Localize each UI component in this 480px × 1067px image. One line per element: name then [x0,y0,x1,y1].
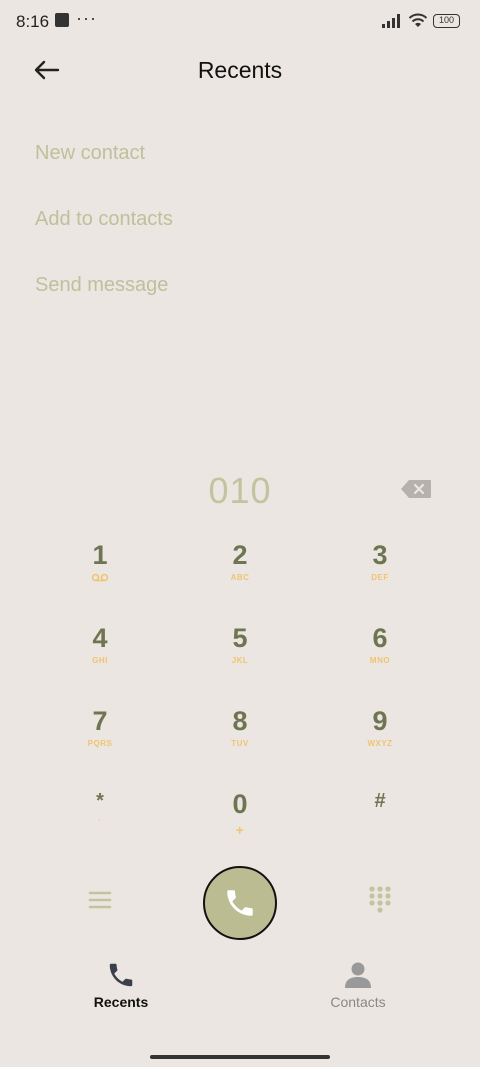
key-letters: ABC [230,573,250,582]
key-star[interactable]: * · [50,790,150,860]
home-indicator[interactable] [150,1055,330,1059]
phone-icon [109,963,133,987]
key-0[interactable]: 0 + [190,790,290,860]
key-letters: PQRS [87,739,113,748]
key-digit: 0 [232,789,248,819]
key-digit: 7 [92,706,108,736]
key-hash[interactable]: # [330,790,430,860]
status-bar: 8:16 ··· 100 [0,0,480,42]
key-digit: 1 [92,540,108,570]
tab-label: Contacts [330,994,386,1010]
key-digit: 9 [372,706,388,736]
key-letters: GHI [92,656,108,665]
key-9[interactable]: 9 WXYZ [330,707,430,777]
phone-icon [227,890,253,916]
wifi-icon [408,13,428,27]
key-7[interactable]: 7 PQRS [50,707,150,777]
key-8[interactable]: 8 TUV [190,707,290,777]
key-letters: MNO [369,656,391,665]
key-letters: + [235,822,245,838]
page-title: Recents [197,57,283,83]
voicemail-icon [91,573,109,582]
person-icon [345,962,371,988]
tab-recents[interactable]: Recents [61,960,181,1010]
key-digit: * [96,790,104,812]
key-digit: 4 [92,623,108,653]
key-letters: WXYZ [367,739,393,748]
status-time: 8:16 [16,12,50,31]
menu-icon[interactable] [86,886,114,914]
more-notifications-icon: ··· [76,8,97,28]
key-letters: JKL [231,656,249,665]
key-digit: 8 [232,706,248,736]
add-to-contacts-item[interactable]: Add to contacts [35,208,173,231]
key-digit: 6 [372,623,388,653]
key-letters: TUV [231,739,249,748]
key-4[interactable]: 4 GHI [50,624,150,694]
tab-label: Recents [93,994,149,1010]
key-digit: 3 [372,540,388,570]
backspace-icon[interactable] [400,479,432,499]
dialpad-icon[interactable] [366,884,394,916]
tab-contacts[interactable]: Contacts [298,960,418,1010]
key-1[interactable]: 1 [50,541,150,611]
battery-icon: 100 [433,14,460,28]
call-button[interactable] [203,866,277,940]
signal-icon [382,14,400,28]
key-2[interactable]: 2 ABC [190,541,290,611]
key-3[interactable]: 3 DEF [330,541,430,611]
notification-icon [55,13,69,27]
key-digit: 2 [232,540,248,570]
key-digit: # [374,790,386,812]
key-letters: · [98,816,102,825]
key-5[interactable]: 5 JKL [190,624,290,694]
key-6[interactable]: 6 MNO [330,624,430,694]
new-contact-item[interactable]: New contact [35,142,145,165]
send-message-item[interactable]: Send message [35,274,168,297]
key-digit: 5 [232,623,248,653]
key-letters: DEF [371,573,389,582]
